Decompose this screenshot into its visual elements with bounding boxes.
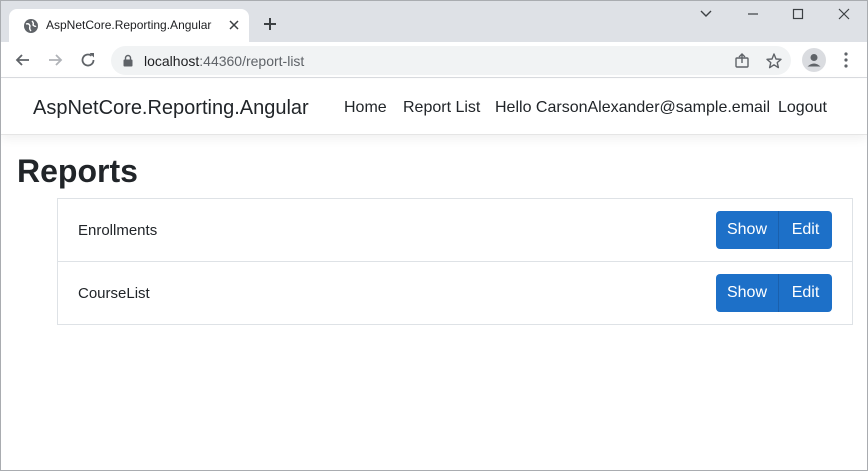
kebab-menu-icon[interactable] [839, 50, 853, 70]
globe-icon [24, 19, 38, 33]
report-actions: Show Edit [716, 211, 832, 249]
nav-home[interactable]: Home [344, 99, 387, 117]
close-tab-icon[interactable] [225, 16, 243, 34]
person-icon [807, 54, 821, 67]
star-icon[interactable] [765, 52, 783, 70]
lock-icon [123, 54, 133, 67]
profile-avatar[interactable] [802, 48, 826, 72]
site-brand[interactable]: AspNetCore.Reporting.Angular [33, 97, 309, 120]
chevron-down-icon[interactable] [695, 5, 717, 23]
nav-report-list[interactable]: Report List [403, 99, 480, 117]
tab-title: AspNetCore.Reporting.Angular [46, 18, 212, 32]
address-bar[interactable]: localhost:44360/report-list [111, 46, 791, 75]
close-window-icon[interactable] [833, 5, 855, 23]
forward-arrow-icon[interactable] [45, 50, 65, 70]
browser-window: AspNetCore.Reporting.Angular localhost:4… [0, 0, 868, 471]
page-content: AspNetCore.Reporting.Angular Home Report… [1, 79, 867, 470]
reload-icon[interactable] [78, 50, 98, 70]
edit-report-button[interactable]: Edit [779, 274, 832, 312]
report-list: Enrollments Show Edit CourseList Show Ed… [57, 198, 853, 325]
url-host: localhost [144, 53, 200, 69]
browser-toolbar: localhost:44360/report-list [1, 42, 867, 78]
nav-user-greeting[interactable]: Hello CarsonAlexander@sample.email [495, 99, 770, 117]
url-text: localhost:44360/report-list [144, 53, 304, 69]
report-row-courselist: CourseList Show Edit [58, 262, 852, 324]
report-name: Enrollments [78, 222, 158, 239]
report-actions: Show Edit [716, 274, 832, 312]
site-navbar: AspNetCore.Reporting.Angular Home Report… [1, 79, 867, 135]
edit-report-button[interactable]: Edit [779, 211, 832, 249]
report-name: CourseList [78, 285, 150, 302]
tab-strip: AspNetCore.Reporting.Angular [1, 1, 867, 42]
browser-tab[interactable]: AspNetCore.Reporting.Angular [9, 9, 249, 42]
show-report-button[interactable]: Show [716, 274, 779, 312]
maximize-icon[interactable] [787, 5, 809, 23]
share-icon[interactable] [733, 52, 751, 70]
back-arrow-icon[interactable] [13, 50, 33, 70]
new-tab-icon[interactable] [261, 15, 279, 33]
minimize-icon[interactable] [742, 5, 764, 23]
page-title: Reports [17, 153, 138, 189]
url-path: :44360/report-list [199, 53, 305, 69]
nav-logout[interactable]: Logout [778, 99, 827, 117]
show-report-button[interactable]: Show [716, 211, 779, 249]
report-row-enrollments: Enrollments Show Edit [58, 199, 852, 262]
